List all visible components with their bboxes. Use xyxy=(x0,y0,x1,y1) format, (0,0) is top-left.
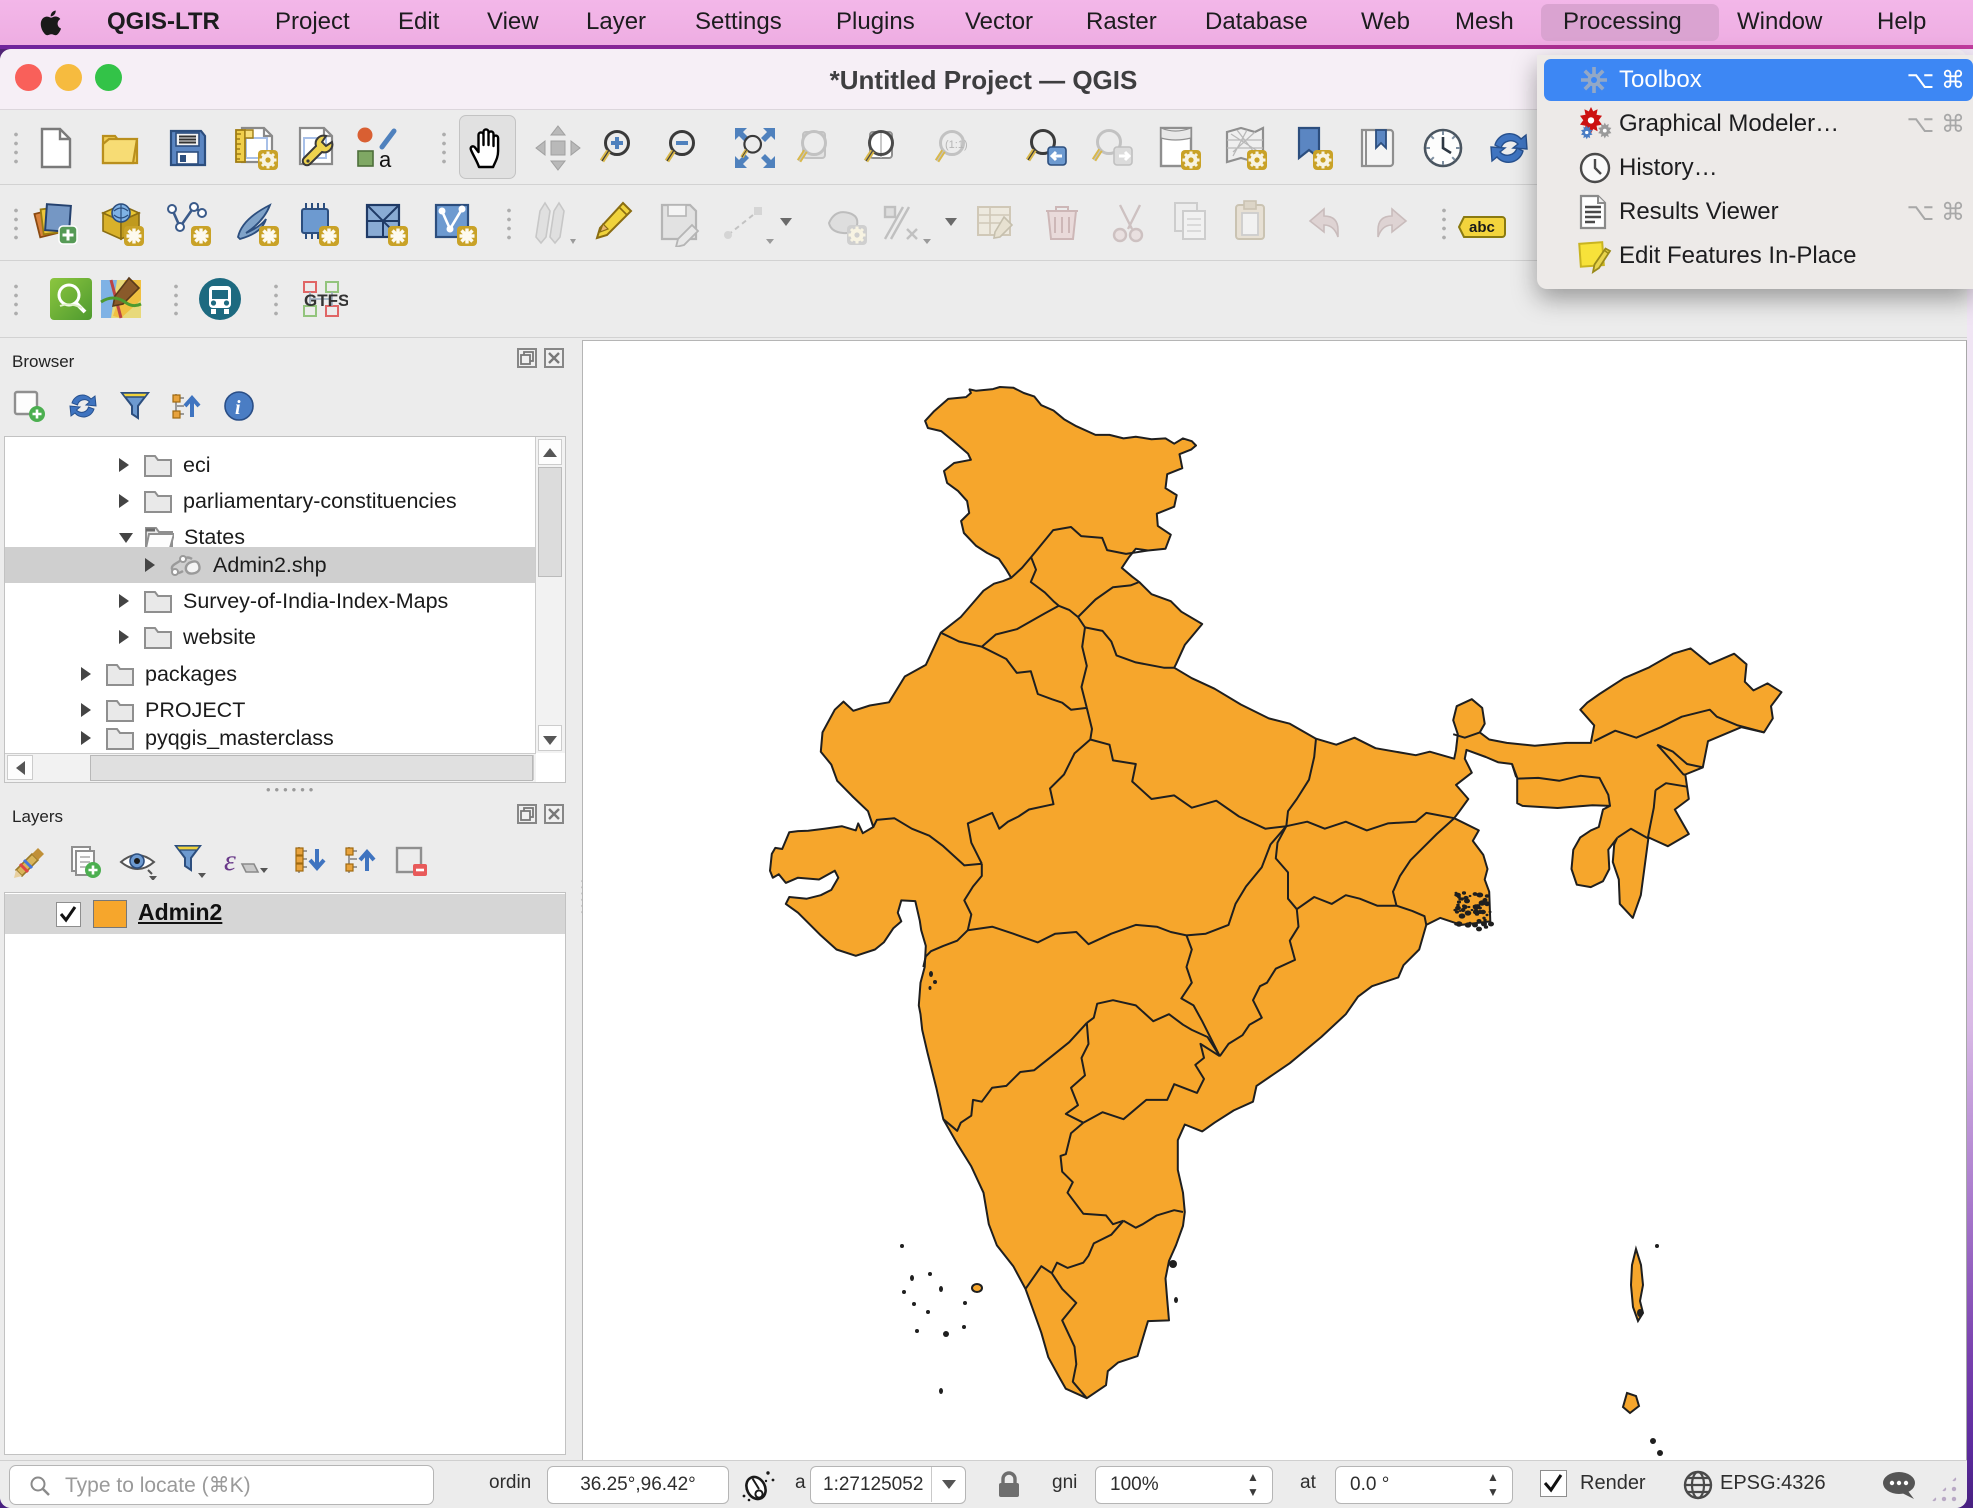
svg-text:ε: ε xyxy=(224,844,236,877)
svg-text:GTFS: GTFS xyxy=(304,291,348,310)
svg-text:(1:1): (1:1) xyxy=(945,139,968,151)
svg-text:a: a xyxy=(379,147,392,171)
svg-text:abc: abc xyxy=(1469,219,1495,236)
svg-text:i: i xyxy=(235,397,241,419)
